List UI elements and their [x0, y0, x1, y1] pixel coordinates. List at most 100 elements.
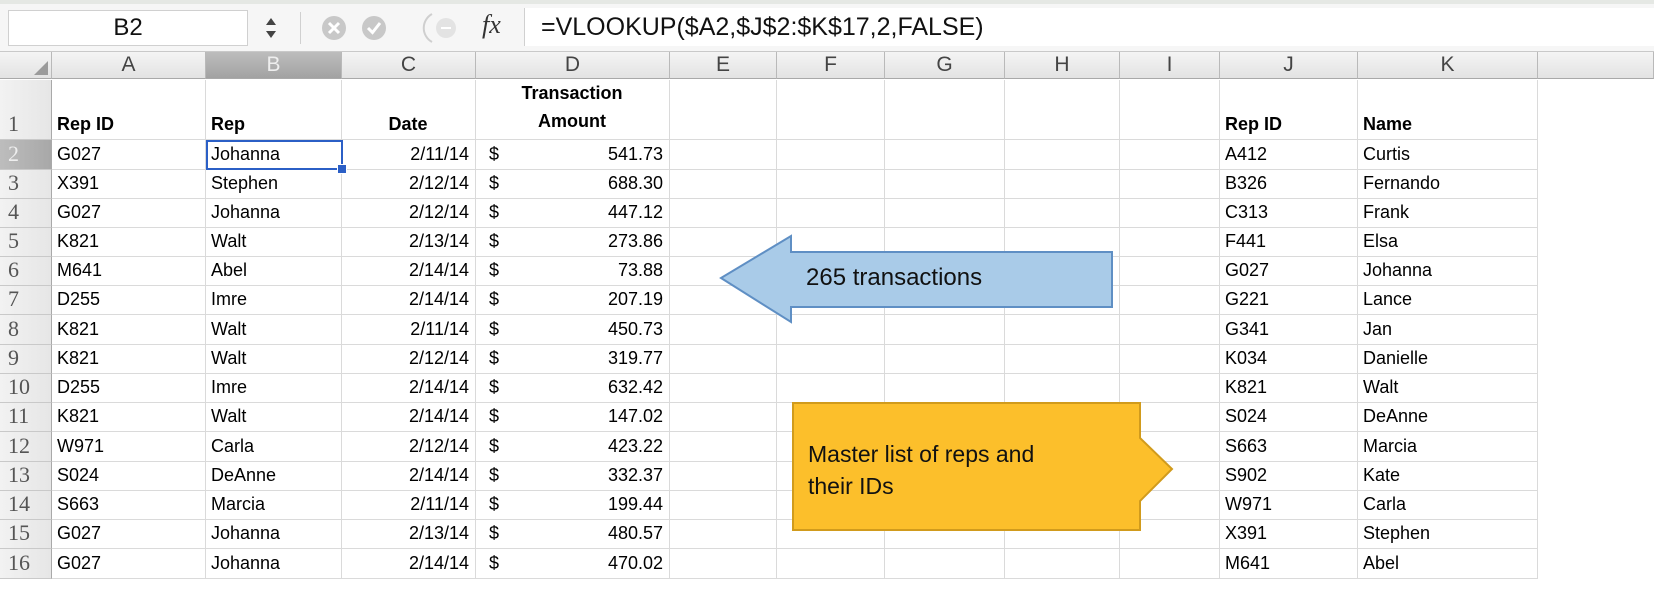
select-all-corner[interactable]	[0, 52, 52, 79]
master-name-cell[interactable]: Elsa	[1358, 228, 1538, 257]
grid-cell[interactable]	[777, 140, 885, 170]
row-header-7[interactable]: 7	[0, 286, 52, 315]
master-name-cell[interactable]: Lance	[1358, 286, 1538, 315]
master-name-cell[interactable]: Danielle	[1358, 345, 1538, 374]
grid-cell[interactable]	[1005, 549, 1120, 579]
master-rep-id-cell[interactable]: S902	[1220, 462, 1358, 491]
header-date[interactable]: Date	[342, 80, 476, 140]
row-header-5[interactable]: 5	[0, 228, 52, 257]
grid-cell[interactable]	[1120, 140, 1220, 170]
amount-cell[interactable]: $319.77	[476, 345, 670, 374]
rep-id-cell[interactable]: S024	[52, 462, 206, 491]
column-header-d[interactable]: D	[476, 52, 670, 79]
amount-cell[interactable]: $199.44	[476, 491, 670, 520]
column-header-k[interactable]: K	[1358, 52, 1538, 79]
rep-name-cell[interactable]: Imre	[206, 286, 342, 315]
grid-cell[interactable]	[670, 374, 777, 403]
grid-cell[interactable]	[1005, 374, 1120, 403]
grid-cell[interactable]	[885, 170, 1005, 199]
rep-id-cell[interactable]: D255	[52, 286, 206, 315]
master-rep-id-cell[interactable]: X391	[1220, 520, 1358, 549]
rep-name-cell[interactable]: Walt	[206, 403, 342, 432]
rep-name-cell[interactable]: Stephen	[206, 170, 342, 199]
grid-cell[interactable]	[670, 345, 777, 374]
date-cell[interactable]: 2/14/14	[342, 403, 476, 432]
date-cell[interactable]: 2/13/14	[342, 228, 476, 257]
row-header-1[interactable]: 1	[0, 80, 52, 140]
grid-cell[interactable]	[1120, 170, 1220, 199]
amount-cell[interactable]: $332.37	[476, 462, 670, 491]
column-header-i[interactable]: I	[1120, 52, 1220, 79]
grid-cell[interactable]	[777, 80, 885, 140]
master-rep-id-cell[interactable]: F441	[1220, 228, 1358, 257]
amount-cell[interactable]: $470.02	[476, 549, 670, 579]
row-header-2[interactable]: 2	[0, 140, 52, 170]
master-rep-id-cell[interactable]: G221	[1220, 286, 1358, 315]
grid-cell[interactable]	[777, 549, 885, 579]
master-rep-id-cell[interactable]: G027	[1220, 257, 1358, 286]
master-rep-id-cell[interactable]: C313	[1220, 199, 1358, 228]
master-name-cell[interactable]: Johanna	[1358, 257, 1538, 286]
rep-id-cell[interactable]: M641	[52, 257, 206, 286]
grid-cell[interactable]	[1005, 80, 1120, 140]
rep-id-cell[interactable]: G027	[52, 199, 206, 228]
date-cell[interactable]: 2/12/14	[342, 345, 476, 374]
rep-name-cell[interactable]: Carla	[206, 432, 342, 462]
grid-cell[interactable]	[1120, 315, 1220, 345]
date-cell[interactable]: 2/13/14	[342, 520, 476, 549]
grid-cell[interactable]	[670, 140, 777, 170]
rep-id-cell[interactable]: S663	[52, 491, 206, 520]
rep-id-cell[interactable]: G027	[52, 140, 206, 170]
rep-id-cell[interactable]: D255	[52, 374, 206, 403]
master-name-cell[interactable]: Carla	[1358, 491, 1538, 520]
row-header-12[interactable]: 12	[0, 432, 52, 462]
master-rep-id-cell[interactable]: K821	[1220, 374, 1358, 403]
grid-cell[interactable]	[885, 374, 1005, 403]
rep-name-cell[interactable]: DeAnne	[206, 462, 342, 491]
header-rep-id[interactable]: Rep ID	[52, 80, 206, 140]
rep-id-cell[interactable]: K821	[52, 403, 206, 432]
header-transaction-amount[interactable]: Transaction Amount	[476, 80, 670, 140]
function-icon[interactable]: fx	[482, 10, 501, 40]
grid-cell[interactable]	[670, 491, 777, 520]
grid-cell[interactable]	[885, 80, 1005, 140]
grid-cell[interactable]	[1005, 199, 1120, 228]
rep-id-cell[interactable]: K821	[52, 345, 206, 374]
rep-name-cell[interactable]: Walt	[206, 345, 342, 374]
column-header-b[interactable]: B	[206, 52, 342, 79]
row-header-9[interactable]: 9	[0, 345, 52, 374]
column-header-f[interactable]: F	[777, 52, 885, 79]
date-cell[interactable]: 2/12/14	[342, 432, 476, 462]
name-box[interactable]: B2	[8, 10, 248, 46]
grid-cell[interactable]	[885, 549, 1005, 579]
column-header-h[interactable]: H	[1005, 52, 1120, 79]
cancel-icon[interactable]	[320, 14, 348, 42]
amount-cell[interactable]: $273.86	[476, 228, 670, 257]
master-name-cell[interactable]: Stephen	[1358, 520, 1538, 549]
grid-cell[interactable]	[670, 549, 777, 579]
grid-cell[interactable]	[885, 345, 1005, 374]
grid-cell[interactable]	[1120, 374, 1220, 403]
amount-cell[interactable]: $541.73	[476, 140, 670, 170]
column-header-c[interactable]: C	[342, 52, 476, 79]
grid-cell[interactable]	[1005, 140, 1120, 170]
amount-cell[interactable]: $632.42	[476, 374, 670, 403]
master-rep-id-cell[interactable]: S024	[1220, 403, 1358, 432]
row-header-4[interactable]: 4	[0, 199, 52, 228]
master-name-cell[interactable]: Abel	[1358, 549, 1538, 579]
rep-name-cell[interactable]: Marcia	[206, 491, 342, 520]
grid-cell[interactable]	[1005, 170, 1120, 199]
header-rep[interactable]: Rep	[206, 80, 342, 140]
grid-cell[interactable]	[1120, 345, 1220, 374]
date-cell[interactable]: 2/14/14	[342, 257, 476, 286]
date-cell[interactable]: 2/11/14	[342, 315, 476, 345]
date-cell[interactable]: 2/11/14	[342, 491, 476, 520]
row-header-16[interactable]: 16	[0, 549, 52, 579]
master-name-cell[interactable]: Kate	[1358, 462, 1538, 491]
master-rep-id-cell[interactable]: G341	[1220, 315, 1358, 345]
master-name-cell[interactable]: Frank	[1358, 199, 1538, 228]
formula-input[interactable]: =VLOOKUP($A2,$J$2:$K$17,2,FALSE)	[524, 8, 1654, 46]
row-header-11[interactable]: 11	[0, 403, 52, 432]
grid-cell[interactable]	[885, 199, 1005, 228]
grid-cell[interactable]	[777, 345, 885, 374]
